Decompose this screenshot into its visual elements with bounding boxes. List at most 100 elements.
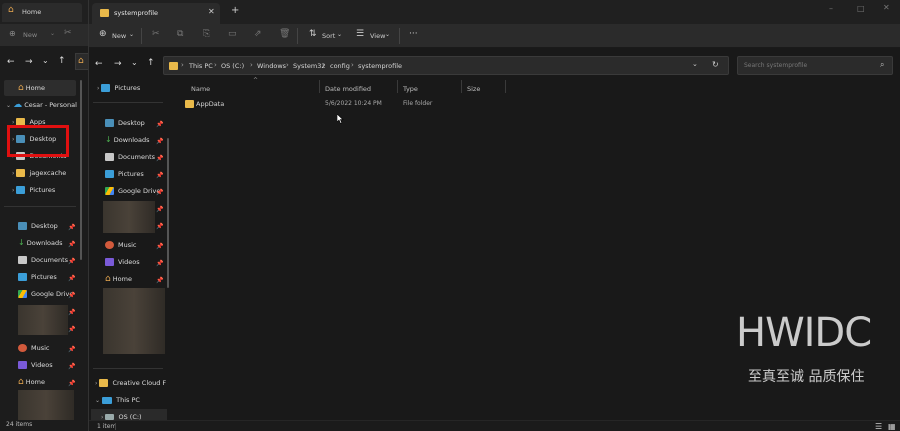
delete-icon[interactable]: 🗑 — [279, 29, 290, 39]
back-arrow-icon[interactable]: ← — [7, 57, 15, 67]
window-close-button[interactable]: ✕ — [883, 3, 890, 12]
cut-icon[interactable]: ✂ — [152, 29, 160, 39]
chevron-right-icon: › — [181, 61, 184, 69]
sidebar-item-videos[interactable]: Videos — [105, 254, 140, 270]
tab-systemprofile[interactable]: systemprofile ✕ — [92, 3, 220, 24]
sidebar-item-label: Desktop — [31, 222, 58, 230]
file-type: File folder — [403, 100, 433, 107]
sidebar-scrollbar[interactable] — [167, 138, 169, 288]
forward-arrow-icon[interactable]: → — [114, 59, 122, 69]
quick-item-downloads[interactable]: ↓ Downloads — [18, 235, 62, 251]
rename-icon[interactable]: ▭ — [228, 29, 237, 39]
view-button[interactable]: View — [370, 32, 385, 40]
sidebar-item-pictures-top[interactable]: › Pictures — [97, 80, 140, 96]
quick-item-gdrive[interactable]: Google Drive — [18, 286, 73, 302]
chevron-down-icon[interactable]: ⌄ — [42, 56, 49, 65]
quick-item-desktop[interactable]: Desktop — [18, 218, 58, 234]
tiles-view-icon[interactable]: ▦ — [888, 422, 896, 431]
address-row: ← → ⌄ ↑ › This PC › OS (C:) › Windows › … — [89, 54, 900, 78]
up-arrow-icon[interactable]: ↑ — [147, 58, 155, 68]
details-view-icon[interactable]: ☰ — [875, 422, 882, 431]
quick-item-documents[interactable]: Documents — [18, 252, 68, 268]
up-arrow-icon[interactable]: ↑ — [58, 56, 66, 66]
chevron-down-icon[interactable]: ⌄ — [131, 58, 138, 67]
pin-icon: 📌 — [156, 223, 164, 230]
quick-item-music[interactable]: Music — [18, 340, 50, 356]
more-options-button[interactable]: ··· — [409, 29, 418, 39]
column-divider[interactable] — [461, 80, 462, 93]
highlight-box — [7, 125, 69, 157]
column-header-size[interactable]: Size — [467, 85, 480, 93]
back-scrollbar[interactable] — [80, 80, 82, 260]
close-icon[interactable]: ✕ — [208, 7, 215, 16]
breadcrumb-systemprofile[interactable]: systemprofile — [358, 62, 402, 70]
quick-item-pictures[interactable]: Pictures — [18, 269, 57, 285]
sidebar-item-label: Home — [112, 275, 132, 283]
pin-icon: 📌 — [156, 277, 164, 284]
column-header-name[interactable]: Name — [191, 85, 210, 93]
tab-bar: systemprofile ✕ + – □ ✕ — [89, 0, 900, 24]
download-icon: ↓ — [18, 238, 25, 247]
sidebar-item-creative-cloud[interactable]: › Creative Cloud F — [95, 375, 166, 391]
search-box[interactable]: Search systemprofile ⌕ — [737, 56, 893, 75]
sidebar-item-desktop[interactable]: Desktop — [105, 115, 145, 131]
address-bar[interactable]: › This PC › OS (C:) › Windows › System32… — [163, 56, 729, 75]
sidebar-item-label: jagexcache — [29, 169, 67, 177]
sidebar-item-documents[interactable]: Documents — [105, 149, 155, 165]
sidebar-item-gdrive[interactable]: Google Drive — [105, 183, 160, 199]
search-input[interactable]: Search systemprofile — [744, 62, 807, 69]
breadcrumb-system32[interactable]: System32 — [293, 62, 326, 70]
quick-item-home[interactable]: ⌂ Home — [18, 374, 45, 390]
sidebar-item-label: Videos — [118, 258, 140, 266]
pin-icon: 📌 — [68, 309, 76, 316]
refresh-icon[interactable]: ↻ — [712, 60, 719, 69]
chevron-down-icon[interactable]: ⌄ — [692, 60, 698, 68]
maximize-button[interactable]: □ — [857, 4, 865, 13]
back-tab-bar: ⌂ Home — [0, 0, 90, 24]
paste-icon[interactable]: ⎘ — [203, 29, 210, 39]
sidebar-item-pictures[interactable]: Pictures — [105, 166, 144, 182]
chevron-right-icon: › — [12, 170, 15, 177]
share-icon[interactable]: ⇗ — [254, 29, 262, 39]
sidebar-item-home[interactable]: ⌂ Home — [105, 271, 132, 287]
back-new-button[interactable]: New — [23, 31, 37, 39]
sidebar-item-home[interactable]: ⌂ Home — [4, 80, 76, 96]
sidebar-item-label: Downloads — [113, 136, 150, 144]
home-icon: ⌂ — [105, 274, 111, 284]
column-divider[interactable] — [505, 80, 506, 93]
pin-icon: 📌 — [68, 326, 76, 333]
table-row[interactable]: AppData 5/6/2022 10:24 PM File folder — [181, 97, 511, 112]
sidebar-item-label: Home — [25, 84, 45, 92]
copy-icon[interactable]: ⧉ — [177, 29, 183, 39]
minimize-button[interactable]: – — [829, 4, 833, 13]
sidebar-item-onedrive[interactable]: ⌄ ☁ Cesar - Personal — [6, 97, 77, 113]
new-button[interactable]: New — [112, 32, 126, 40]
sidebar-item-label: Music — [31, 344, 50, 352]
breadcrumb-os-c[interactable]: OS (C:) — [221, 62, 244, 70]
new-tab-button[interactable]: + — [231, 5, 239, 16]
column-divider[interactable] — [397, 80, 398, 93]
sidebar-item-jagexcache[interactable]: › jagexcache — [12, 165, 66, 181]
column-header-type[interactable]: Type — [403, 85, 418, 93]
chevron-right-icon: › — [351, 61, 354, 69]
sidebar-item-downloads[interactable]: ↓ Downloads — [105, 132, 149, 148]
sidebar-item-label: Documents — [31, 256, 69, 264]
chevron-right-icon: › — [12, 187, 15, 194]
sort-button[interactable]: Sort — [322, 32, 335, 40]
cut-icon[interactable]: ✂ — [64, 28, 72, 38]
breadcrumb-windows[interactable]: Windows — [257, 62, 286, 70]
sidebar-item-pictures[interactable]: › Pictures — [12, 182, 55, 198]
column-header-date[interactable]: Date modified — [325, 85, 371, 93]
sidebar-item-label: Downloads — [26, 239, 63, 247]
sidebar-item-this-pc[interactable]: ⌄ This PC — [95, 392, 140, 408]
quick-item-videos[interactable]: Videos — [18, 357, 53, 373]
back-tab-home[interactable]: ⌂ Home — [2, 3, 82, 22]
forward-arrow-icon[interactable]: → — [25, 57, 33, 67]
breadcrumb-this-pc[interactable]: This PC — [189, 62, 213, 70]
breadcrumb-config[interactable]: config — [330, 62, 350, 70]
sidebar-item-music[interactable]: Music — [105, 237, 137, 253]
back-arrow-icon[interactable]: ← — [95, 59, 103, 69]
column-divider[interactable] — [319, 80, 320, 93]
chevron-right-icon: › — [322, 61, 325, 69]
divider — [93, 368, 163, 369]
